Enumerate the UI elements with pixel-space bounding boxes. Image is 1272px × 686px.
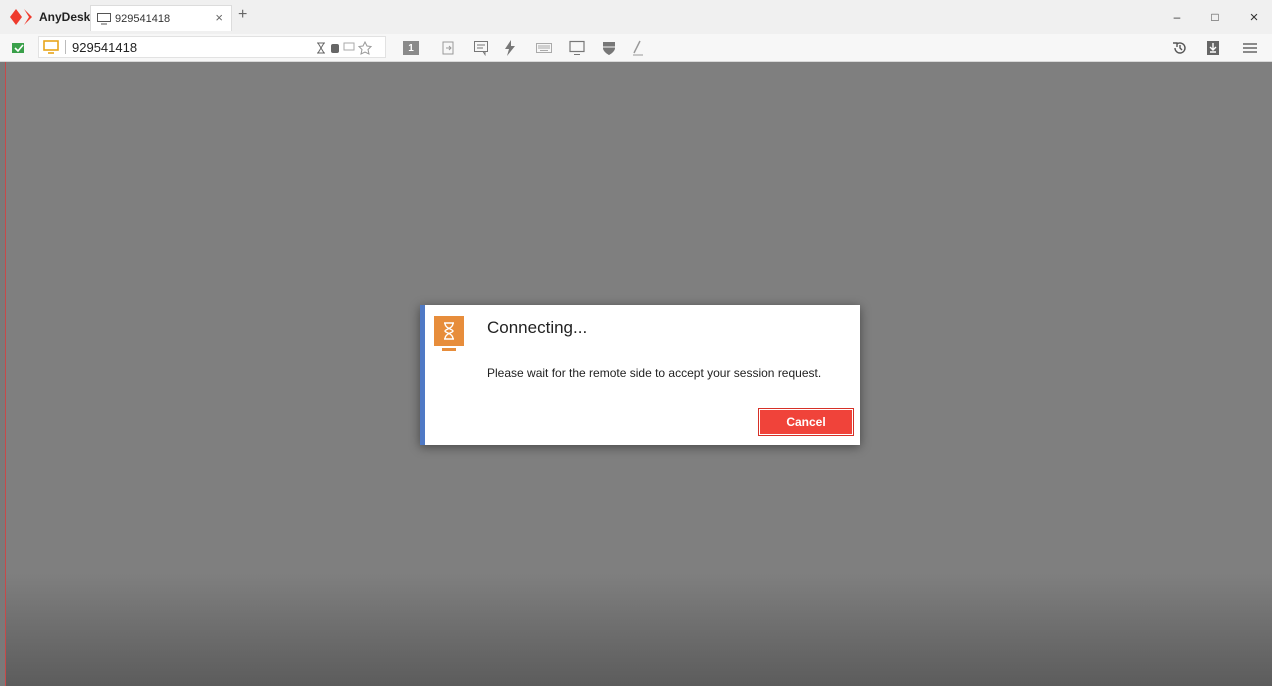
maximize-icon: □	[1211, 10, 1219, 24]
connecting-dialog: Connecting... Please wait for the remote…	[420, 305, 860, 445]
minimize-icon: –	[1173, 10, 1181, 24]
tab-label: 929541418	[115, 12, 171, 25]
minimize-button[interactable]: –	[1163, 6, 1191, 28]
title-bar: AnyDesk 929541418 × + – □ ×	[0, 0, 1272, 34]
anydesk-logo-icon	[10, 9, 32, 25]
monitor-stand	[442, 348, 456, 351]
menu-icon[interactable]	[1240, 38, 1260, 58]
pen-icon[interactable]	[628, 38, 648, 58]
tab-session[interactable]: 929541418 ×	[90, 5, 232, 31]
monitor-icon[interactable]	[567, 38, 587, 58]
app-brand: AnyDesk	[10, 8, 90, 26]
dialog-title: Connecting...	[487, 318, 588, 337]
cancel-button[interactable]: Cancel	[758, 408, 854, 436]
star-icon[interactable]	[355, 38, 375, 58]
toolbar: 929541418 1	[0, 34, 1272, 62]
dialog-message: Please wait for the remote side to accep…	[487, 366, 822, 380]
display-1-icon: 1	[403, 41, 419, 55]
display-1-button[interactable]: 1	[401, 38, 421, 58]
shield-icon[interactable]	[599, 38, 619, 58]
close-button[interactable]: ×	[1240, 6, 1268, 28]
hourglass-monitor-icon	[434, 316, 464, 346]
maximize-button[interactable]: □	[1201, 6, 1229, 28]
connection-status-icon[interactable]	[10, 38, 30, 58]
monitor-icon	[97, 12, 111, 24]
lightning-icon[interactable]	[500, 38, 520, 58]
app-name: AnyDesk	[39, 10, 91, 24]
chat-icon[interactable]	[471, 38, 491, 58]
keyboard-icon[interactable]	[534, 38, 554, 58]
address-input[interactable]: 929541418	[72, 40, 137, 55]
tab-close-button[interactable]: ×	[215, 10, 223, 25]
close-icon: ×	[1249, 8, 1259, 26]
address-separator	[65, 40, 66, 54]
file-transfer-icon[interactable]	[438, 38, 458, 58]
history-icon[interactable]	[1170, 38, 1190, 58]
download-icon[interactable]	[1203, 38, 1223, 58]
new-tab-button[interactable]: +	[238, 7, 247, 23]
monitor-icon	[43, 40, 59, 54]
